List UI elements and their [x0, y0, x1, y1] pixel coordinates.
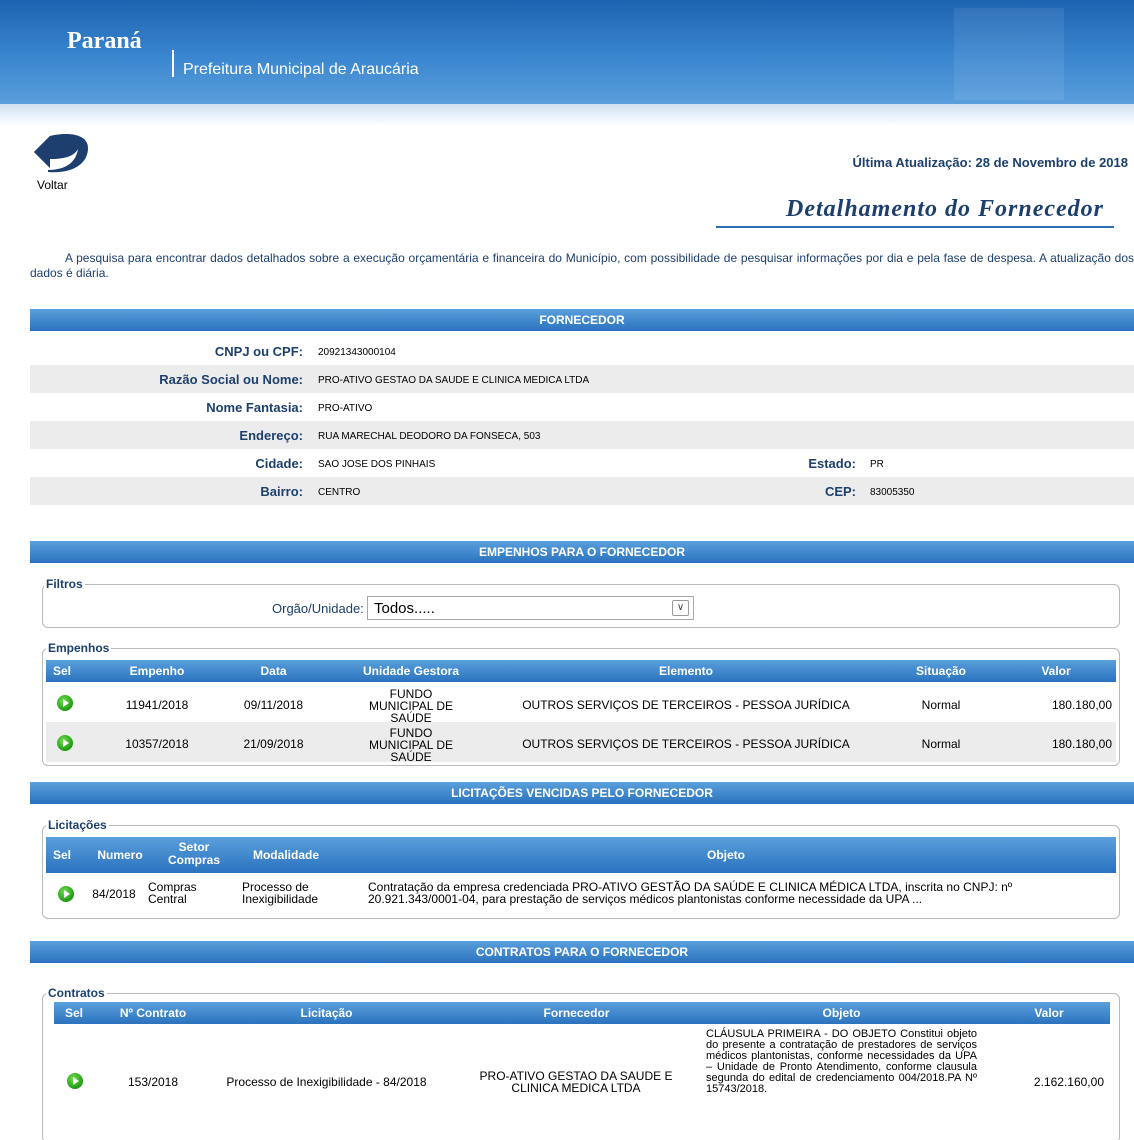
col-objeto: Objeto	[707, 848, 745, 862]
contrato-objeto: CLÁUSULA PRIMEIRA - DO OBJETO Constitui …	[706, 1028, 977, 1095]
bairro-value: CENTRO	[318, 487, 361, 498]
cidade-value: SAO JOSE DOS PINHAIS	[318, 459, 436, 470]
col-setor-compras: Setor Compras	[167, 840, 220, 867]
info-row-cidade: Cidade: SAO JOSE DOS PINHAIS Estado: PR	[30, 449, 1134, 477]
col-sel: Sel	[64, 1006, 83, 1020]
info-row-fantasia: Nome Fantasia: PRO-ATIVO	[30, 393, 1134, 421]
razao-label: Razão Social ou Nome:	[159, 372, 303, 387]
cep-value: 83005350	[870, 487, 915, 498]
estado-label: Estado:	[808, 456, 856, 471]
contrato-fornecedor: PRO-ATIVO GESTAO DA SAUDE E CLINICA MEDI…	[479, 1069, 673, 1095]
licitacao-number: 84/2018	[92, 887, 136, 901]
filtros-legend: Filtros	[44, 577, 85, 591]
site-subtitle: Prefeitura Municipal de Araucária	[183, 61, 419, 78]
select-row-icon[interactable]	[67, 1073, 83, 1089]
intro-text: A pesquisa para encontrar dados detalhad…	[30, 251, 1134, 280]
empenho-value: 180.180,00	[1051, 698, 1112, 712]
table-row: 10357/2018 21/09/2018 FUNDO MUNICIPAL DE…	[46, 722, 1116, 764]
empenho-element: OUTROS SERVIÇOS DE TERCEIROS - PESSOA JU…	[522, 737, 850, 751]
table-row: 11941/2018 09/11/2018 FUNDO MUNICIPAL DE…	[46, 684, 1116, 725]
title-underline	[716, 226, 1114, 228]
back-label: Voltar	[37, 178, 68, 192]
empenho-number: 10357/2018	[125, 737, 189, 751]
back-arrow-icon	[34, 134, 88, 173]
empenhos-legend: Empenhos	[46, 641, 112, 655]
back-button[interactable]: Voltar	[30, 132, 90, 192]
banner-decoration	[954, 8, 1064, 100]
logo-divider	[172, 50, 174, 77]
banner-fade	[0, 104, 1134, 126]
select-row-icon[interactable]	[57, 695, 73, 711]
col-fornecedor: Fornecedor	[543, 1006, 610, 1020]
endereco-label: Endereço:	[239, 428, 303, 443]
empenho-unit: FUNDO MUNICIPAL DE SAÚDE	[368, 726, 453, 764]
col-empenho: Empenho	[129, 664, 185, 678]
empenho-number: 11941/2018	[125, 698, 189, 712]
table-row: 84/2018 Compras Central Processo de Inex…	[46, 873, 1116, 915]
empenho-element: OUTROS SERVIÇOS DE TERCEIROS - PESSOA JU…	[522, 698, 850, 712]
page-title: Detalhamento do Fornecedor	[786, 196, 1104, 222]
section-fornecedor-header: FORNECEDOR	[30, 309, 1134, 331]
cnpj-value: 20921343000104	[318, 347, 396, 358]
info-row-bairro: Bairro: CENTRO CEP: 83005350	[30, 477, 1134, 505]
empenho-unit: FUNDO MUNICIPAL DE SAÚDE	[368, 687, 453, 725]
info-row-razao: Razão Social ou Nome: PRO-ATIVO GESTAO D…	[30, 365, 1134, 393]
section-contratos-header: CONTRATOS PARA O FORNECEDOR	[30, 941, 1134, 963]
col-situacao: Situação	[915, 664, 966, 678]
licitacoes-legend: Licitações	[46, 818, 109, 832]
chevron-down-icon[interactable]: ∨	[672, 600, 689, 616]
empenho-value: 180.180,00	[1051, 737, 1112, 751]
cep-label: CEP:	[824, 484, 856, 499]
licitacoes-grid-header: Sel Numero Setor Compras Modalidade Obje…	[46, 837, 1116, 873]
col-valor: Valor	[1041, 664, 1071, 678]
col-n-contrato: Nº Contrato	[119, 1006, 187, 1020]
col-valor: Valor	[1034, 1006, 1064, 1020]
razao-value: PRO-ATIVO GESTAO DA SAUDE E CLINICA MEDI…	[318, 375, 590, 386]
fantasia-label: Nome Fantasia:	[206, 400, 303, 415]
contrato-value: 2.162.160,00	[1033, 1075, 1104, 1089]
cnpj-label: CNPJ ou CPF:	[214, 344, 303, 359]
info-row-cnpj: CNPJ ou CPF: 20921343000104	[30, 337, 1134, 365]
info-row-endereco: Endereço: RUA MARECHAL DEODORO DA FONSEC…	[30, 421, 1134, 449]
bairro-label: Bairro:	[260, 484, 303, 499]
brand-logo: Paraná	[67, 28, 142, 54]
col-objeto: Objeto	[822, 1006, 861, 1020]
empenho-status: Normal	[921, 698, 961, 712]
select-row-icon[interactable]	[57, 735, 73, 751]
col-unidade-gestora: Unidade Gestora	[362, 664, 460, 678]
orgao-selected-value: Todos.....	[374, 600, 435, 617]
col-sel: Sel	[52, 848, 71, 862]
contratos-legend: Contratos	[46, 986, 107, 1000]
section-empenhos-header: EMPENHOS PARA O FORNECEDOR	[30, 541, 1134, 563]
orgao-label: Orgão/Unidade:	[272, 601, 364, 616]
contratos-grid-header: Sel Nº Contrato Licitação Fornecedor Obj…	[54, 1002, 1110, 1024]
endereco-value: RUA MARECHAL DEODORO DA FONSECA, 503	[318, 431, 541, 442]
section-licitacoes-header: LICITAÇÕES VENCIDAS PELO FORNECEDOR	[30, 782, 1134, 804]
empenho-status: Normal	[921, 737, 961, 751]
col-sel: Sel	[52, 664, 71, 678]
contrato-licitacao: Processo de Inexigibilidade - 84/2018	[226, 1075, 427, 1089]
cidade-label: Cidade:	[255, 456, 303, 471]
col-licitacao: Licitação	[300, 1006, 353, 1020]
last-update: Última Atualização: 28 de Novembro de 20…	[852, 155, 1128, 170]
col-data: Data	[260, 664, 287, 678]
header-banner: Paraná Prefeitura Municipal de Araucária	[0, 0, 1134, 104]
empenho-date: 09/11/2018	[243, 698, 304, 712]
empenho-date: 21/09/2018	[243, 737, 304, 751]
fantasia-value: PRO-ATIVO	[318, 403, 373, 414]
licitacao-sector: Compras Central	[148, 880, 197, 906]
estado-value: PR	[870, 459, 884, 470]
table-row: 153/2018 Processo de Inexigibilidade - 8…	[54, 1026, 1110, 1136]
contrato-number: 153/2018	[127, 1075, 179, 1089]
col-numero: Numero	[97, 848, 143, 862]
licitacao-object: Contratação da empresa credenciada PRO-A…	[368, 880, 1013, 906]
licitacao-modality: Processo de Inexigibilidade	[242, 880, 319, 906]
empenhos-grid-header: Sel Empenho Data Unidade Gestora Element…	[46, 660, 1116, 682]
orgao-select[interactable]: Todos..... ∨	[367, 596, 694, 620]
select-row-icon[interactable]	[58, 886, 74, 902]
col-modalidade: Modalidade	[252, 848, 319, 862]
col-elemento: Elemento	[658, 664, 713, 678]
